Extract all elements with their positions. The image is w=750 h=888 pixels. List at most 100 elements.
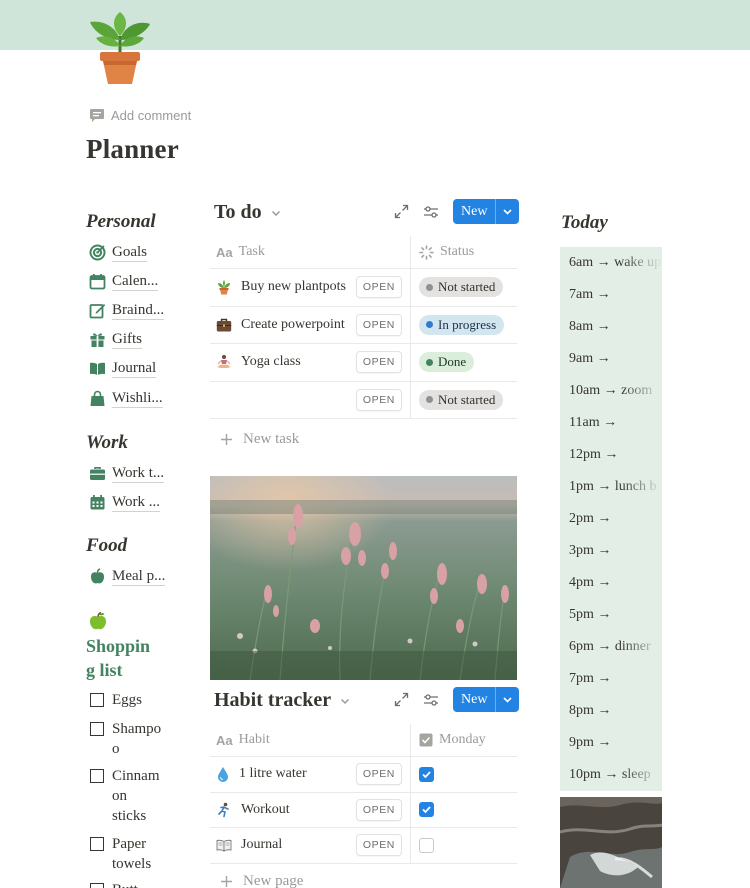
todo-toolbar: New (394, 199, 520, 224)
open-button[interactable]: OPEN (355, 388, 402, 411)
hour-entry[interactable]: 3pm → (569, 543, 611, 559)
task-name: Yoga class (241, 354, 301, 370)
hour-entry[interactable]: 10pm → sleep (569, 767, 651, 783)
hour-entry[interactable]: 7pm → (569, 671, 611, 687)
column-header-label: Status (440, 244, 475, 259)
edit-icon (89, 304, 106, 319)
shopping-list-heading[interactable]: Shoppin g list (86, 634, 176, 682)
chevron-down-icon[interactable] (495, 199, 519, 224)
sidebar-item-work-calendar[interactable]: Work ... (89, 493, 160, 512)
checkbox[interactable] (90, 837, 104, 851)
hour-entry[interactable]: 7am → (569, 287, 611, 303)
hour-entry[interactable]: 5pm → (569, 607, 611, 623)
new-task-button[interactable]: New task (210, 419, 517, 459)
checkbox[interactable] (419, 766, 434, 782)
hour-entry[interactable]: 11am → (569, 415, 617, 431)
sidebar-item-work-tasks[interactable]: Work t... (89, 464, 165, 483)
sidebar-item-label: Calen... (112, 273, 159, 291)
new-button[interactable]: New (453, 199, 520, 224)
table-row[interactable]: Create powerpoint OPEN In progress (210, 306, 517, 344)
task-name: Buy new plantpots (241, 279, 346, 295)
sidebar-item-gifts[interactable]: Gifts (89, 330, 142, 349)
hour-entry[interactable]: 9pm → (569, 735, 611, 751)
table-row[interactable]: OPEN Not started (210, 381, 517, 419)
status-dot (426, 283, 433, 291)
habit-tracker-title[interactable]: Habit tracker (214, 689, 351, 712)
sidebar-item-wishlist[interactable]: Wishli... (89, 389, 163, 408)
sidebar-item-label: Work t... (112, 465, 165, 483)
sidebar-item-label: Wishli... (112, 390, 163, 408)
today-schedule-callout[interactable]: 6am → wake up 7am → 8am → 9am → 10am → z… (560, 247, 662, 791)
checkbox[interactable] (419, 802, 434, 818)
new-button[interactable]: New (453, 687, 520, 712)
checkbox[interactable] (90, 769, 104, 783)
hour-entry[interactable]: 6am → wake up (569, 255, 661, 271)
todo-database-title[interactable]: To do (214, 201, 282, 224)
hour-entry[interactable]: 10am → zoom (569, 383, 652, 399)
table-row[interactable]: Journal OPEN (210, 828, 517, 864)
status-badge[interactable]: Done (419, 352, 475, 373)
status-badge[interactable]: In progress (419, 314, 505, 335)
hour-entry[interactable]: 4pm → (569, 575, 611, 591)
page-title[interactable]: Planner (86, 134, 179, 165)
new-button-label: New (461, 692, 488, 707)
column-header-task[interactable]: Aa Task (210, 236, 411, 268)
potted-plant-icon[interactable] (86, 10, 156, 86)
hour-entry[interactable]: 9am → (569, 351, 611, 367)
section-heading-work: Work (86, 432, 128, 453)
open-button[interactable]: OPEN (355, 798, 402, 821)
chevron-down-icon[interactable] (270, 207, 282, 219)
meadow-flowers-image (210, 476, 517, 680)
column-header-monday[interactable]: Monday (411, 724, 517, 756)
todo-item-cinnamon[interactable]: Cinnam on sticks (90, 766, 160, 826)
todo-item-butter[interactable]: Butt (90, 880, 138, 888)
table-row[interactable]: Yoga class OPEN Done (210, 344, 517, 382)
habit-toolbar: New (394, 687, 520, 712)
hour-entry[interactable]: 8pm → (569, 703, 611, 719)
todo-item-paper-towels[interactable]: Paper towels (90, 834, 151, 874)
new-page-button[interactable]: New page (210, 864, 517, 888)
checkbox[interactable] (419, 837, 434, 853)
table-row[interactable]: Buy new plantpots OPEN Not started (210, 269, 517, 307)
hour-entry[interactable]: 2pm → (569, 511, 611, 527)
hour-entry[interactable]: 1pm → lunch b (569, 479, 657, 495)
checkbox[interactable] (90, 883, 104, 888)
expand-icon[interactable] (394, 692, 409, 707)
todo-item-shampoo[interactable]: Shampo o (90, 719, 161, 759)
status-badge[interactable]: Not started (419, 277, 504, 298)
todo-item-eggs[interactable]: Eggs (90, 690, 142, 710)
sidebar-item-calendar[interactable]: Calen... (89, 272, 159, 291)
open-button[interactable]: OPEN (355, 313, 402, 336)
status-badge[interactable]: Not started (419, 389, 504, 410)
checkbox[interactable] (90, 722, 104, 736)
table-row[interactable]: 1 litre water OPEN (210, 757, 517, 793)
sidebar-item-label: Gifts (112, 331, 142, 349)
sidebar-item-journal[interactable]: Journal (89, 359, 157, 378)
todo-line: Shampo (112, 721, 162, 737)
open-button[interactable]: OPEN (355, 834, 402, 857)
status-dot (426, 358, 433, 366)
checkbox[interactable] (90, 693, 104, 707)
today-heading: Today (561, 212, 608, 233)
hour-entry[interactable]: 12pm → (569, 447, 618, 463)
open-button[interactable]: OPEN (355, 351, 402, 374)
new-task-label: New task (243, 430, 300, 447)
table-row[interactable]: Workout OPEN (210, 792, 517, 828)
status-dot (426, 321, 433, 329)
column-header-status[interactable]: Status (411, 236, 517, 268)
chevron-down-icon[interactable] (339, 695, 351, 707)
status-label: In progress (438, 316, 497, 332)
sidebar-item-goals[interactable]: Goals (89, 243, 147, 262)
filter-settings-icon[interactable] (423, 205, 439, 219)
open-button[interactable]: OPEN (355, 763, 402, 786)
sidebar-item-braindump[interactable]: Braind... (89, 301, 165, 320)
expand-icon[interactable] (394, 204, 409, 219)
column-header-habit[interactable]: Aa Habit (210, 724, 411, 756)
hour-entry[interactable]: 8am → (569, 319, 611, 335)
sidebar-item-meal-plan[interactable]: Meal p... (89, 567, 166, 586)
hour-entry[interactable]: 6pm → dinner (569, 639, 651, 655)
open-button[interactable]: OPEN (355, 276, 402, 299)
add-comment-button[interactable]: Add comment (89, 108, 191, 123)
filter-settings-icon[interactable] (423, 693, 439, 707)
chevron-down-icon[interactable] (495, 687, 519, 712)
